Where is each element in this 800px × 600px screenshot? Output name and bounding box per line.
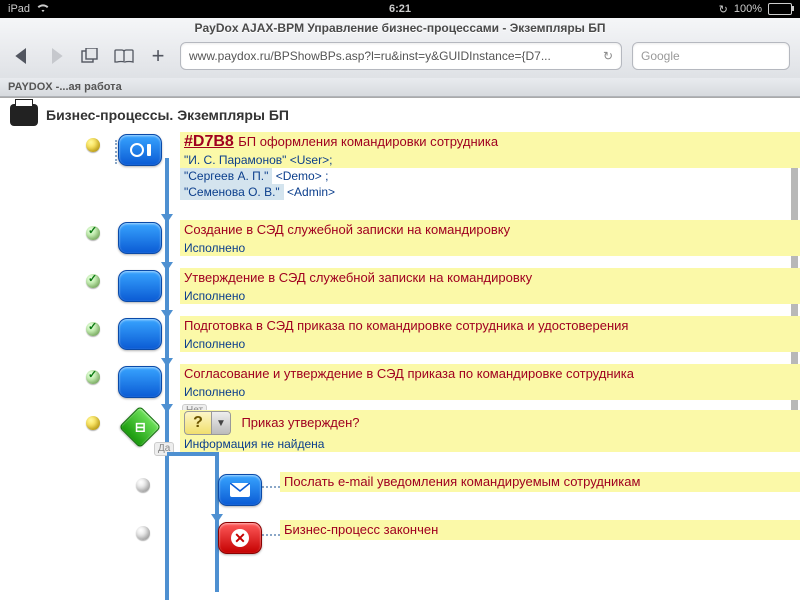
status-dot-grey — [136, 478, 150, 492]
owner-name: "И. С. Парамонов" — [184, 153, 286, 167]
chevron-down-icon: ▼ — [211, 412, 230, 434]
task-node[interactable] — [118, 222, 162, 254]
reload-icon[interactable]: ↻ — [603, 49, 613, 63]
status-dot-grey — [136, 526, 150, 540]
status-dot-done — [86, 322, 100, 336]
gateway-question: Приказ утвержден? — [241, 415, 359, 430]
task-row: Подготовка в СЭД приказа по командировке… — [50, 316, 800, 352]
forward-button[interactable] — [44, 44, 68, 68]
tab-strip[interactable]: PAYDOX -...ая работа — [0, 78, 800, 97]
gateway-node[interactable]: ⊟ — [119, 406, 161, 448]
task-status: Исполнено — [180, 384, 800, 400]
status-dot-done — [86, 274, 100, 288]
ios-status-bar: iPad 6:21 ↻ 100% — [0, 0, 800, 18]
clock: 6:21 — [389, 3, 411, 15]
gateway-row: Нет Да ⊟ ? ▼ Приказ утвержден? Информаци… — [50, 410, 800, 452]
owner-role: <User> — [290, 153, 329, 167]
task-node[interactable] — [118, 366, 162, 398]
battery-percent: 100% — [734, 3, 762, 15]
task-title: Утверждение в СЭД служебной записки на к… — [184, 270, 532, 285]
page-content: Бизнес-процессы. Экземпляры БП #D7B8 БП … — [0, 98, 800, 600]
status-dot-yellow — [86, 416, 100, 430]
process-start-row: #D7B8 БП оформления командировки сотрудн… — [50, 132, 800, 168]
print-icon[interactable] — [10, 104, 38, 126]
task-status: Исполнено — [180, 336, 800, 352]
task-title: Создание в СЭД служебной записки на кома… — [184, 222, 510, 237]
wifi-icon — [36, 3, 50, 16]
task-status: Исполнено — [180, 288, 800, 304]
page-heading: Бизнес-процессы. Экземпляры БП — [46, 107, 289, 123]
url-text: www.paydox.ru/BPShowBPs.asp?l=ru&inst=y&… — [189, 49, 551, 63]
decision-dropdown[interactable]: ? ▼ — [184, 411, 231, 435]
start-node[interactable] — [118, 134, 162, 166]
carrier-label: iPad — [8, 3, 30, 15]
end-node[interactable]: ✕ — [218, 522, 262, 554]
search-placeholder: Google — [641, 49, 680, 63]
search-bar[interactable]: Google — [632, 42, 790, 70]
task-title: Согласование и утверждение в СЭД приказа… — [184, 366, 634, 381]
task-row: Утверждение в СЭД служебной записки на к… — [50, 268, 800, 304]
orientation-lock-icon: ↻ — [719, 3, 728, 16]
process-name: БП оформления командировки сотрудника — [238, 134, 498, 149]
process-id[interactable]: #D7B8 — [184, 133, 234, 150]
mail-step-title: Послать e-mail уведомления командируемым… — [284, 474, 640, 489]
task-row: Согласование и утверждение в СЭД приказа… — [50, 364, 800, 400]
mail-node[interactable] — [218, 474, 262, 506]
battery-icon — [768, 3, 792, 15]
mail-step-row: Послать e-mail уведомления командируемым… — [50, 472, 800, 506]
pages-button[interactable] — [78, 44, 102, 68]
status-dot-yellow — [86, 138, 100, 152]
browser-chrome: PayDox AJAX-BPM Управление бизнес-процес… — [0, 18, 800, 98]
task-status: Исполнено — [180, 240, 800, 256]
gateway-info: Информация не найдена — [180, 436, 800, 452]
bookmarks-button[interactable] — [112, 44, 136, 68]
end-step-row: ✕ Бизнес-процесс закончен — [50, 520, 800, 554]
task-row: Создание в СЭД служебной записки на кома… — [50, 220, 800, 256]
status-dot-done — [86, 226, 100, 240]
end-step-title: Бизнес-процесс закончен — [284, 522, 438, 537]
task-node[interactable] — [118, 318, 162, 350]
window-title: PayDox AJAX-BPM Управление бизнес-процес… — [0, 18, 800, 38]
process-diagram: #D7B8 БП оформления командировки сотрудн… — [50, 132, 800, 554]
tab-label: PAYDOX -...ая работа — [8, 81, 122, 93]
url-bar[interactable]: www.paydox.ru/BPShowBPs.asp?l=ru&inst=y&… — [180, 42, 622, 70]
task-node[interactable] — [118, 270, 162, 302]
status-dot-done — [86, 370, 100, 384]
task-title: Подготовка в СЭД приказа по командировке… — [184, 318, 628, 333]
back-button[interactable] — [10, 44, 34, 68]
add-button[interactable]: + — [146, 44, 170, 68]
